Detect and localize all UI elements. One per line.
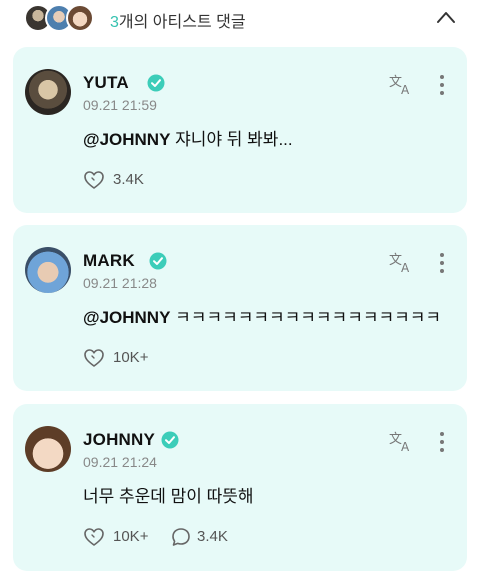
comment-body: ㅋㅋㅋㅋㅋㅋㅋㅋㅋㅋㅋㅋㅋㅋㅋㅋㅋ bbox=[170, 308, 442, 327]
avatar[interactable] bbox=[25, 69, 71, 115]
heart-icon[interactable] bbox=[83, 347, 105, 369]
comment-card: YUTA 09.21 21:59 文 A @JOHNNY 쟈니야 뒤 봐봐...… bbox=[13, 47, 467, 213]
heart-icon[interactable] bbox=[83, 169, 105, 191]
svg-text:A: A bbox=[401, 261, 410, 273]
svg-text:A: A bbox=[401, 83, 410, 95]
comment-body: 쟈니야 뒤 봐봐... bbox=[170, 130, 293, 149]
svg-text:A: A bbox=[401, 440, 410, 452]
comment-text: @JOHNNY ㅋㅋㅋㅋㅋㅋㅋㅋㅋㅋㅋㅋㅋㅋㅋㅋㅋ bbox=[83, 303, 441, 328]
avatar[interactable] bbox=[25, 426, 71, 472]
more-icon[interactable] bbox=[439, 252, 445, 274]
author-name[interactable]: JOHNNY bbox=[83, 430, 155, 450]
header-title: 3개의 아티스트 댓글 bbox=[110, 8, 246, 32]
chevron-up-icon[interactable] bbox=[436, 10, 456, 24]
artist-avatars bbox=[24, 4, 104, 34]
verified-icon bbox=[161, 431, 179, 449]
mention-link[interactable]: @JOHNNY bbox=[83, 130, 170, 149]
comment-text: @JOHNNY 쟈니야 뒤 봐봐... bbox=[83, 125, 293, 150]
like-count: 3.4K bbox=[113, 171, 144, 188]
mention-link[interactable]: @JOHNNY bbox=[83, 308, 170, 327]
timestamp: 09.21 21:24 bbox=[83, 454, 157, 470]
reply-count: 3.4K bbox=[197, 528, 228, 545]
avatar[interactable] bbox=[25, 247, 71, 293]
timestamp: 09.21 21:59 bbox=[83, 97, 157, 113]
more-icon[interactable] bbox=[439, 431, 445, 453]
verified-icon bbox=[149, 252, 167, 270]
comment-stats: 3.4K bbox=[83, 169, 383, 191]
author-name[interactable]: YUTA bbox=[83, 73, 129, 93]
translate-icon[interactable]: 文 A bbox=[389, 430, 415, 452]
translate-icon[interactable]: 文 A bbox=[389, 251, 415, 273]
verified-icon bbox=[147, 74, 165, 92]
like-count: 10K+ bbox=[113, 528, 149, 545]
comment-stats: 10K+ 3.4K bbox=[83, 526, 383, 548]
more-icon[interactable] bbox=[439, 74, 445, 96]
comment-stats: 10K+ bbox=[83, 347, 383, 369]
author-name[interactable]: MARK bbox=[83, 251, 135, 271]
heart-icon[interactable] bbox=[83, 526, 105, 548]
comment-body: 너무 추운데 맘이 따뜻해 bbox=[83, 487, 254, 506]
artist-count: 3 bbox=[110, 14, 119, 31]
comment-card: MARK 09.21 21:28 文 A @JOHNNY ㅋㅋㅋㅋㅋㅋㅋㅋㅋㅋㅋ… bbox=[13, 225, 467, 391]
timestamp: 09.21 21:28 bbox=[83, 275, 157, 291]
avatar bbox=[66, 4, 94, 32]
comment-card: JOHNNY 09.21 21:24 文 A 너무 추운데 맘이 따뜻해 10K… bbox=[13, 404, 467, 571]
header-title-text: 개의 아티스트 댓글 bbox=[118, 14, 246, 31]
artist-comments-header[interactable]: 3개의 아티스트 댓글 bbox=[0, 0, 480, 40]
like-count: 10K+ bbox=[113, 349, 149, 366]
translate-icon[interactable]: 文 A bbox=[389, 73, 415, 95]
comment-icon[interactable] bbox=[171, 527, 191, 547]
